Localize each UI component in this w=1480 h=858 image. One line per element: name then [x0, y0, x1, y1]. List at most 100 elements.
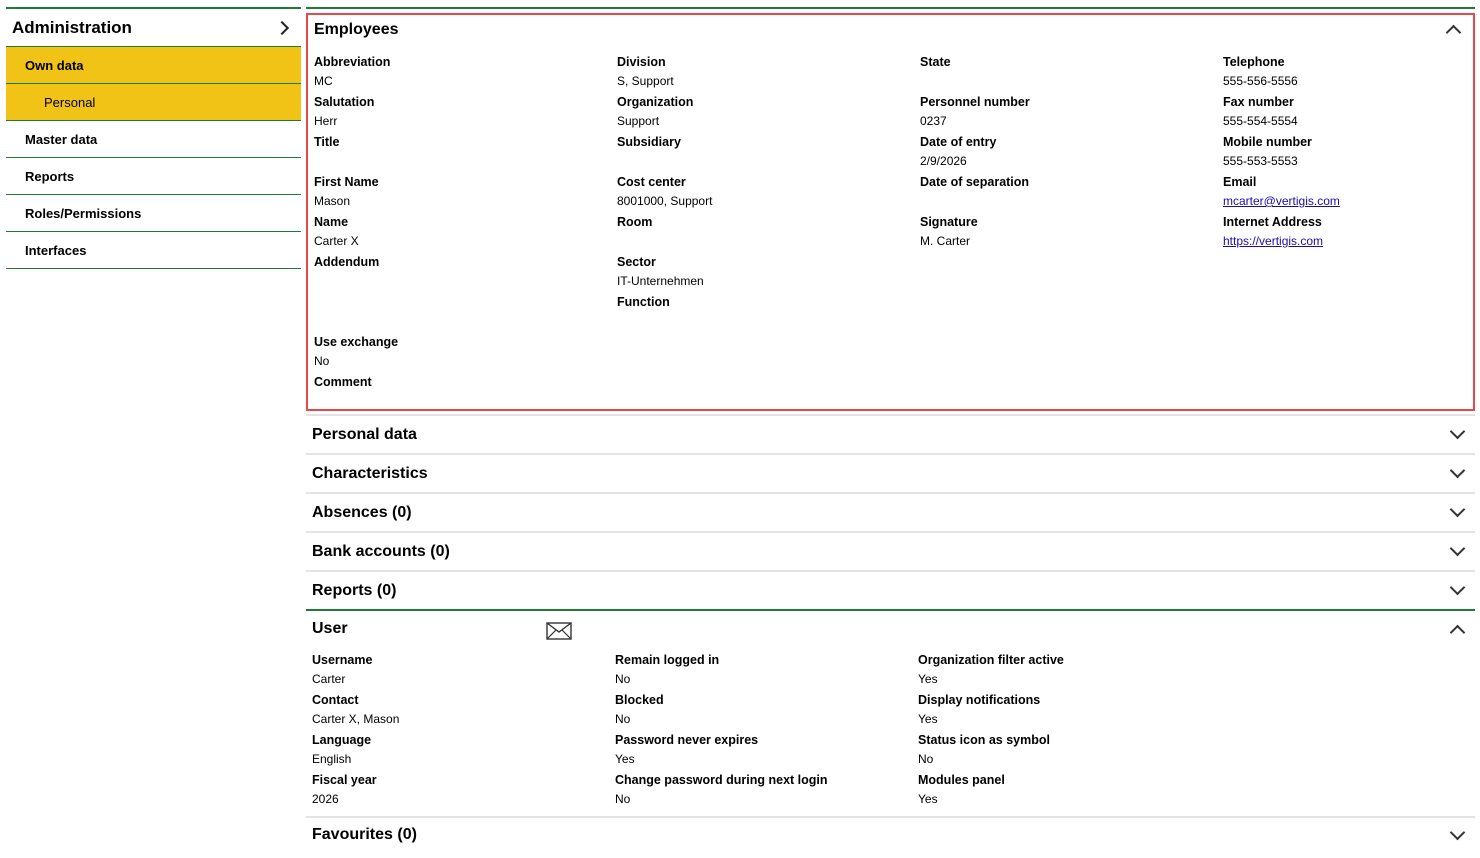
section-title: Employees: [314, 20, 399, 38]
field-value: MC: [314, 74, 333, 88]
field-label: Remain logged in: [615, 653, 720, 667]
field-abbreviation: Abbreviation MC: [314, 54, 614, 91]
app-root: Administration Own data Personal Master …: [0, 0, 1480, 858]
field-division: Division S, Support: [617, 54, 917, 91]
field-value: Yes: [918, 672, 938, 686]
field-value: No: [615, 672, 631, 686]
field-label: Personnel number: [920, 95, 1030, 109]
chevron-right-icon[interactable]: [274, 20, 290, 35]
chevron-down-icon[interactable]: [1449, 501, 1466, 518]
sidebar-item-roles-permissions[interactable]: Roles/Permissions: [6, 195, 301, 232]
sidebar-header[interactable]: Administration: [6, 7, 301, 47]
mail-icon[interactable]: [546, 622, 572, 640]
field-value: [314, 271, 614, 291]
sidebar-item-personal[interactable]: Personal: [6, 84, 301, 121]
field-label: Mobile number: [1223, 135, 1312, 149]
field-value: [314, 391, 614, 411]
field-signature: Signature M. Carter: [920, 214, 1220, 251]
field-password-never-expires: Password never expires Yes: [615, 732, 915, 769]
field-fax-number: Fax number 555-554-5554: [1223, 94, 1480, 131]
field-value: [617, 151, 917, 171]
employees-header[interactable]: Employees: [312, 15, 1469, 44]
employees-section: Employees Abbreviation MC Salutation Herr …: [306, 13, 1475, 411]
section-absences[interactable]: Absences (0): [306, 492, 1475, 531]
field-label: Username: [312, 653, 373, 667]
section-title: Characteristics: [312, 464, 428, 482]
sidebar-item-master-data[interactable]: Master data: [6, 121, 301, 158]
sidebar-item-label: Roles/Permissions: [25, 205, 142, 221]
field-value: Herr: [314, 114, 338, 128]
section-characteristics[interactable]: Characteristics: [306, 453, 1475, 492]
sidebar-item-label: Personal: [44, 94, 96, 110]
chevron-up-icon[interactable]: [1445, 24, 1462, 41]
field-comment: Comment: [314, 374, 614, 411]
section-title: Reports (0): [312, 581, 397, 599]
field-label: Date of separation: [920, 175, 1030, 189]
field-room: Room: [617, 214, 917, 251]
field-first-name: First Name Mason: [314, 174, 614, 211]
field-username: Username Carter: [312, 652, 612, 689]
field-value: 8001000, Support: [617, 194, 713, 208]
field-label: Contact: [312, 693, 359, 707]
field-remain-logged-in: Remain logged in No: [615, 652, 915, 689]
field-date-of-separation: Date of separation: [920, 174, 1220, 211]
field-label: Subsidiary: [617, 135, 681, 149]
chevron-down-icon[interactable]: [1449, 540, 1466, 557]
field-label: Organization: [617, 95, 694, 109]
user-header[interactable]: User: [312, 611, 1473, 647]
field-label: Addendum: [314, 255, 380, 269]
field-label: Cost center: [617, 175, 686, 189]
field-salutation: Salutation Herr: [314, 94, 614, 131]
field-label: Internet Address: [1223, 215, 1322, 229]
field-value: [920, 191, 1220, 211]
field-value: No: [615, 792, 631, 806]
field-label: Function: [617, 295, 670, 309]
field-value: 0237: [920, 114, 947, 128]
field-label: Signature: [920, 215, 978, 229]
field-value: 555-554-5554: [1223, 114, 1298, 128]
field-label: First Name: [314, 175, 379, 189]
field-value: Mason: [314, 194, 351, 208]
sidebar-item-label: Interfaces: [25, 242, 87, 258]
chevron-down-icon[interactable]: [1449, 423, 1466, 440]
field-value: Yes: [615, 752, 635, 766]
chevron-up-icon[interactable]: [1449, 624, 1466, 640]
sidebar-item-interfaces[interactable]: Interfaces: [6, 232, 301, 269]
internet-address-link[interactable]: https://vertigis.com: [1223, 234, 1323, 248]
field-display-notifications: Display notifications Yes: [918, 692, 1218, 729]
divider: [306, 7, 1475, 9]
sidebar-item-label: Master data: [25, 131, 98, 147]
field-value: Carter X: [314, 234, 359, 248]
section-reports[interactable]: Reports (0): [306, 570, 1475, 609]
field-name: Name Carter X: [314, 214, 614, 251]
chevron-down-icon[interactable]: [1449, 579, 1466, 596]
field-label: Division: [617, 55, 666, 69]
field-value: 555-556-5556: [1223, 74, 1298, 88]
sidebar-item-reports[interactable]: Reports: [6, 158, 301, 195]
section-favourites[interactable]: Favourites (0): [306, 816, 1475, 852]
field-value: Yes: [918, 792, 938, 806]
chevron-down-icon[interactable]: [1449, 462, 1466, 479]
field-fiscal-year: Fiscal year 2026: [312, 772, 612, 809]
field-email: Email mcarter@vertigis.com: [1223, 174, 1480, 211]
field-org-filter-active: Organization filter active Yes: [918, 652, 1218, 689]
sidebar-item-own-data[interactable]: Own data: [6, 47, 301, 84]
sidebar-title: Administration: [12, 17, 132, 37]
field-value: IT-Unternehmen: [617, 274, 704, 288]
section-bank-accounts[interactable]: Bank accounts (0): [306, 531, 1475, 570]
field-value: [314, 151, 614, 171]
field-value: [920, 71, 1220, 91]
field-label: Name: [314, 215, 349, 229]
field-mobile-number: Mobile number 555-553-5553: [1223, 134, 1480, 171]
email-link[interactable]: mcarter@vertigis.com: [1223, 194, 1340, 208]
section-personal-data[interactable]: Personal data: [306, 414, 1475, 453]
field-value: English: [312, 752, 352, 766]
field-label: Password never expires: [615, 733, 759, 747]
chevron-down-icon[interactable]: [1449, 824, 1466, 840]
main-content: Employees Abbreviation MC Salutation Herr …: [306, 7, 1475, 852]
field-label: Date of entry: [920, 135, 997, 149]
field-value: [617, 311, 917, 331]
field-blocked: Blocked No: [615, 692, 915, 729]
field-subsidiary: Subsidiary: [617, 134, 917, 171]
section-title: Favourites (0): [312, 826, 417, 843]
